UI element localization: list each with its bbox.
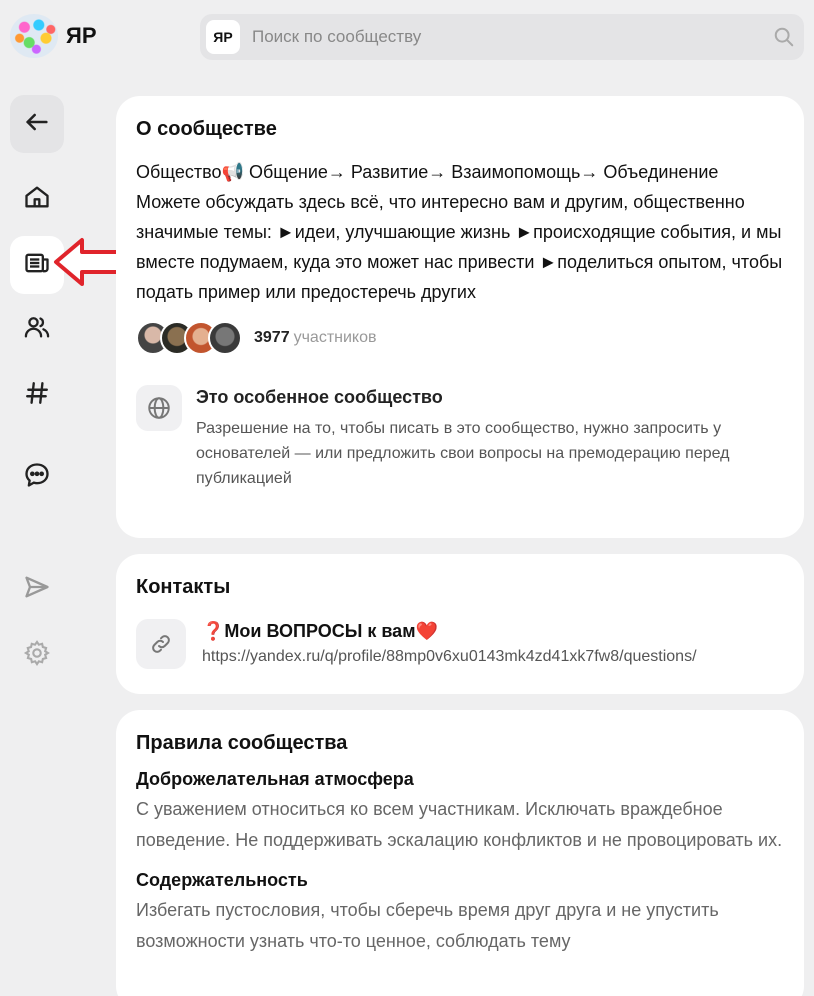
- special-community-notice: Это особенное сообщество Разрешение на т…: [136, 385, 784, 491]
- rule-text: Избегать пустословия, чтобы сберечь врем…: [136, 900, 719, 951]
- home-icon: [23, 183, 51, 216]
- link-icon: [136, 619, 186, 669]
- arrow-left-icon: [23, 108, 51, 141]
- sidebar-item-home[interactable]: [10, 170, 64, 228]
- sidebar-item-members[interactable]: [10, 300, 64, 358]
- about-description: Общество📢 Общение→ Развитие→ Взаимопомощ…: [136, 162, 783, 302]
- logo-icon: [10, 14, 58, 58]
- back-button[interactable]: [10, 95, 64, 153]
- about-title: О сообществе: [136, 118, 277, 140]
- people-icon: [23, 313, 51, 346]
- members-summary[interactable]: 3977 участников: [136, 321, 784, 355]
- globe-icon: [136, 385, 182, 431]
- avatar: [208, 321, 242, 355]
- hash-icon: [24, 380, 50, 411]
- send-icon: [23, 573, 51, 606]
- rule-item: Содержательность Избегать пустословия, ч…: [136, 870, 784, 957]
- contact-item[interactable]: ❓Мои ВОПРОСЫ к вам❤️ https://yandex.ru/q…: [136, 619, 784, 669]
- sidebar-item-chats[interactable]: [10, 448, 64, 506]
- contact-link[interactable]: https://yandex.ru/q/profile/88mp0v6xu014…: [202, 648, 697, 666]
- member-avatars: [136, 321, 242, 355]
- rules-card: Правила сообщества Доброжелательная атмо…: [116, 710, 804, 996]
- sidebar-item-settings[interactable]: [10, 626, 64, 684]
- gear-icon: [23, 639, 51, 672]
- logo-text: ЯР: [66, 23, 97, 48]
- newspaper-icon: [23, 249, 51, 282]
- rule-text: С уважением относиться ко всем участника…: [136, 799, 783, 850]
- rule-item: Доброжелательная атмосфера С уважением о…: [136, 769, 784, 856]
- members-count: 3977: [254, 329, 290, 346]
- search-input[interactable]: [252, 27, 764, 47]
- contact-title: ❓Мои ВОПРОСЫ к вам❤️: [202, 621, 438, 641]
- search-bar[interactable]: ЯР: [200, 14, 804, 60]
- rule-title: Содержательность: [136, 870, 308, 890]
- sidebar-item-share[interactable]: [10, 560, 64, 618]
- rules-title: Правила сообщества: [136, 732, 348, 754]
- sidebar-item-tags[interactable]: [10, 366, 64, 424]
- rule-title: Доброжелательная атмосфера: [136, 769, 414, 789]
- special-title: Это особенное сообщество: [196, 387, 443, 407]
- members-label: участников: [293, 329, 377, 346]
- contacts-card: Контакты ❓Мои ВОПРОСЫ к вам❤️ https://ya…: [116, 554, 804, 694]
- special-text: Разрешение на то, чтобы писать в это соо…: [196, 420, 730, 487]
- logo[interactable]: ЯР: [10, 14, 97, 58]
- contacts-title: Контакты: [136, 576, 231, 598]
- search-icon[interactable]: [764, 26, 804, 48]
- chat-icon: [23, 461, 51, 494]
- search-community-badge: ЯР: [206, 20, 240, 54]
- about-card: О сообществе Общество📢 Общение→ Развитие…: [116, 96, 804, 538]
